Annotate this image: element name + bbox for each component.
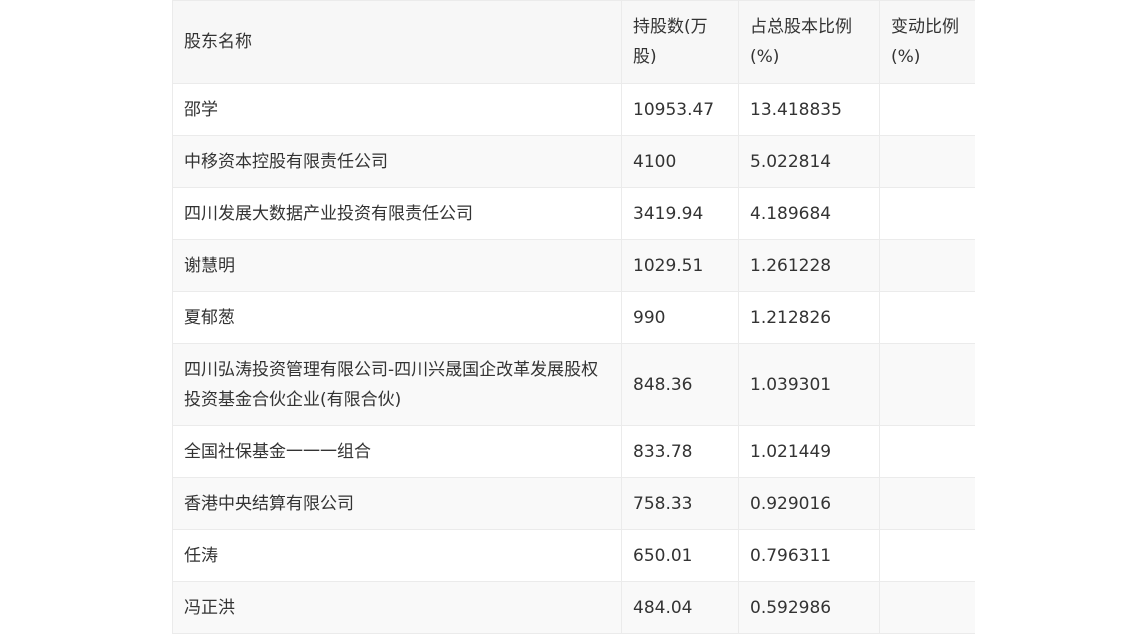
shareholder-name: 冯正洪 (172, 581, 622, 634)
change-ratio (879, 291, 975, 344)
share-ratio: 0.929016 (738, 477, 880, 530)
share-ratio: 13.418835 (738, 83, 880, 136)
header-share-ratio: 占总股本比例(%) (738, 0, 880, 84)
shares-held: 10953.47 (621, 83, 739, 136)
shares-held: 3419.94 (621, 187, 739, 240)
change-ratio (879, 529, 975, 582)
shareholder-name: 四川弘涛投资管理有限公司-四川兴晟国企改革发展股权投资基金合伙企业(有限合伙) (172, 343, 622, 426)
change-ratio (879, 581, 975, 634)
table-row: 全国社保基金一一一组合 833.78 1.021449 (172, 425, 975, 478)
shareholder-name: 谢慧明 (172, 239, 622, 292)
table-row: 冯正洪 484.04 0.592986 (172, 581, 975, 634)
header-row: 股东名称 持股数(万股) 占总股本比例(%) 变动比例(%) (172, 0, 975, 84)
change-ratio (879, 239, 975, 292)
shares-held: 990 (621, 291, 739, 344)
table-row: 任涛 650.01 0.796311 (172, 529, 975, 582)
top-shareholders-table: 股东名称 持股数(万股) 占总股本比例(%) 变动比例(%) 邵学 10953.… (172, 0, 975, 634)
header-change-ratio: 变动比例(%) (879, 0, 975, 84)
table-row: 中移资本控股有限责任公司 4100 5.022814 (172, 135, 975, 188)
shareholder-name: 邵学 (172, 83, 622, 136)
shareholder-name: 任涛 (172, 529, 622, 582)
table-body: 邵学 10953.47 13.418835 中移资本控股有限责任公司 4100 … (172, 83, 975, 634)
shares-held: 4100 (621, 135, 739, 188)
share-ratio: 0.592986 (738, 581, 880, 634)
change-ratio (879, 425, 975, 478)
table-row: 邵学 10953.47 13.418835 (172, 83, 975, 136)
table-row: 谢慧明 1029.51 1.261228 (172, 239, 975, 292)
table-row: 四川弘涛投资管理有限公司-四川兴晟国企改革发展股权投资基金合伙企业(有限合伙) … (172, 343, 975, 426)
share-ratio: 5.022814 (738, 135, 880, 188)
table-header: 股东名称 持股数(万股) 占总股本比例(%) 变动比例(%) (172, 0, 975, 84)
table-row: 四川发展大数据产业投资有限责任公司 3419.94 4.189684 (172, 187, 975, 240)
shareholder-table-container: 股东名称 持股数(万股) 占总股本比例(%) 变动比例(%) 邵学 10953.… (172, 0, 975, 635)
shareholder-name: 四川发展大数据产业投资有限责任公司 (172, 187, 622, 240)
share-ratio: 4.189684 (738, 187, 880, 240)
header-shareholder-name: 股东名称 (172, 0, 622, 84)
shareholder-name: 全国社保基金一一一组合 (172, 425, 622, 478)
share-ratio: 1.039301 (738, 343, 880, 426)
shares-held: 758.33 (621, 477, 739, 530)
shareholder-name: 香港中央结算有限公司 (172, 477, 622, 530)
shares-held: 848.36 (621, 343, 739, 426)
change-ratio (879, 135, 975, 188)
shares-held: 650.01 (621, 529, 739, 582)
table-row: 香港中央结算有限公司 758.33 0.929016 (172, 477, 975, 530)
shares-held: 833.78 (621, 425, 739, 478)
share-ratio: 1.021449 (738, 425, 880, 478)
change-ratio (879, 343, 975, 426)
share-ratio: 1.212826 (738, 291, 880, 344)
change-ratio (879, 187, 975, 240)
header-shares-held: 持股数(万股) (621, 0, 739, 84)
shares-held: 1029.51 (621, 239, 739, 292)
shareholder-name: 夏郁葱 (172, 291, 622, 344)
share-ratio: 0.796311 (738, 529, 880, 582)
change-ratio (879, 477, 975, 530)
shares-held: 484.04 (621, 581, 739, 634)
shareholder-name: 中移资本控股有限责任公司 (172, 135, 622, 188)
change-ratio (879, 83, 975, 136)
share-ratio: 1.261228 (738, 239, 880, 292)
table-row: 夏郁葱 990 1.212826 (172, 291, 975, 344)
